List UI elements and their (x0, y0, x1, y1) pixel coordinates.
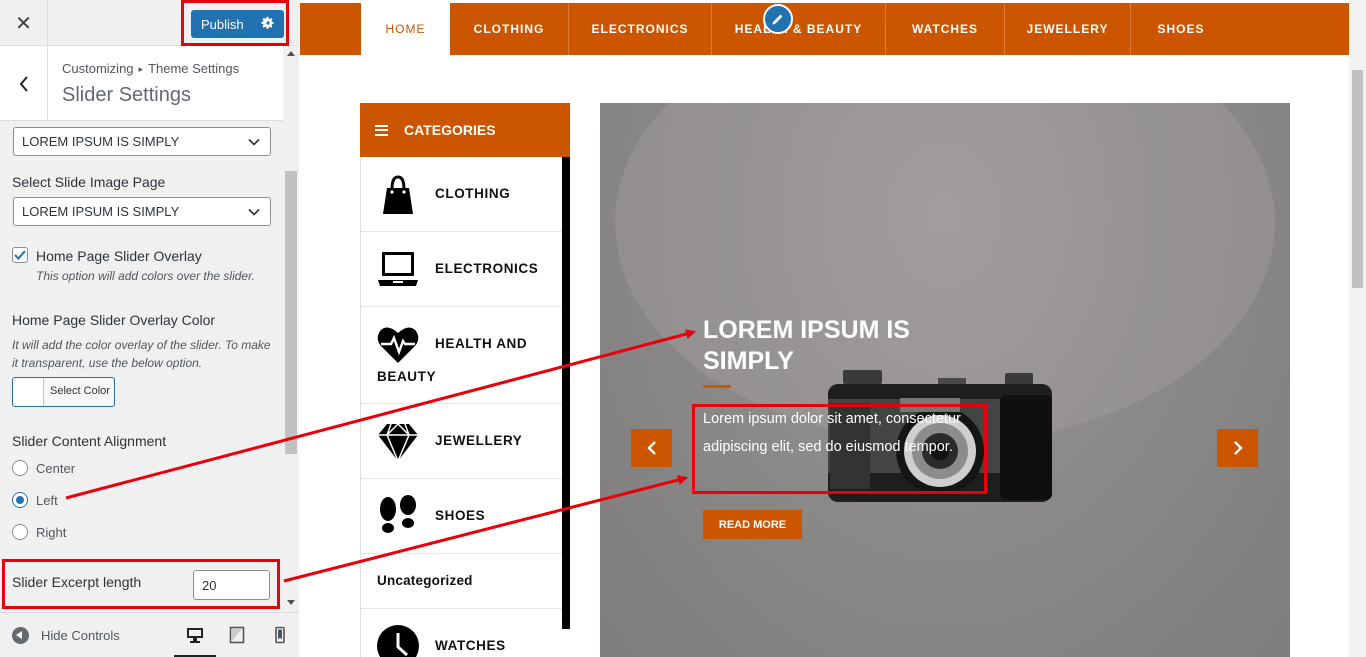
nav-item-jewellery[interactable]: JEWELLERY (1005, 3, 1131, 55)
category-label-line1: HEALTH AND (435, 336, 528, 351)
breadcrumb-parent: Theme Settings (148, 61, 240, 76)
chevron-left-icon (646, 441, 656, 455)
laptop-icon (378, 252, 418, 286)
category-label: JEWELLERY (435, 433, 523, 448)
diamond-icon (378, 422, 418, 463)
scroll-up-arrow[interactable] (287, 51, 295, 56)
tablet-icon[interactable] (228, 626, 246, 644)
preview-scroll-thumb[interactable] (1352, 70, 1363, 288)
alignment-radio-left[interactable] (12, 492, 28, 508)
categories-list: CLOTHING ELECTRONICS HEALTH AND BEAUTY J… (360, 157, 563, 657)
alignment-radio-right[interactable] (12, 524, 28, 540)
slider-prev-button[interactable] (631, 429, 672, 467)
nav-item-clothing[interactable]: CLOTHING (450, 3, 569, 55)
gear-icon[interactable] (261, 16, 275, 30)
nav-item-home[interactable]: HOME (361, 3, 450, 55)
alignment-option-left: Left (36, 493, 58, 508)
chevron-down-icon (248, 208, 260, 216)
breadcrumb-separator: ▸ (138, 64, 144, 74)
category-label: Uncategorized (377, 573, 473, 588)
nav-item-health-beauty[interactable]: HEALTH & BEAUTY (712, 3, 886, 55)
pencil-icon (772, 14, 783, 25)
customizer-header: ✕ Publish (0, 0, 299, 46)
heart-pulse-icon (377, 327, 419, 363)
site-preview: HOME CLOTHING ELECTRONICS HEALTH & BEAUT… (300, 0, 1366, 657)
preview-scrollbar[interactable] (1349, 0, 1366, 657)
category-label: WATCHES (435, 638, 506, 653)
overlay-color-description: It will add the color overlay of the sli… (12, 338, 271, 370)
customizer-footer: Hide Controls (0, 612, 299, 657)
category-label: SHOES (435, 508, 486, 523)
color-swatch (13, 378, 44, 406)
hide-controls-button[interactable]: Hide Controls (12, 627, 120, 644)
nav-item-watches[interactable]: WATCHES (886, 3, 1005, 55)
shopping-bag-icon (383, 175, 413, 214)
chevron-left-icon (19, 75, 28, 92)
sidebar-scrollbar[interactable] (283, 46, 299, 612)
slide-excerpt: Lorem ipsum dolor sit amet, consectetur … (703, 411, 961, 455)
chevron-down-icon (248, 138, 260, 146)
alignment-radio-center[interactable] (12, 460, 28, 476)
breadcrumb-root: Customizing (62, 61, 134, 76)
hide-controls-label: Hide Controls (41, 628, 120, 643)
category-label: CLOTHING (435, 186, 511, 201)
footprints-icon (380, 495, 416, 533)
category-clothing[interactable]: CLOTHING (361, 157, 563, 232)
slide-title: LOREM IPSUM IS SIMPLY (703, 316, 910, 375)
overlay-checkbox-label: Home Page Slider Overlay (36, 248, 202, 264)
customizer-sidebar: ✕ Publish Customizing ▸ Theme Settings Sli… (0, 0, 299, 657)
category-jewellery[interactable]: JEWELLERY (361, 404, 563, 479)
main-navigation: HOME CLOTHING ELECTRONICS HEALTH & BEAUT… (300, 3, 1349, 55)
slide-image-page-label: Select Slide Image Page (12, 174, 166, 190)
slide-image-page-select[interactable]: LOREM IPSUM IS SIMPLY (13, 197, 271, 226)
category-shoes[interactable]: SHOES (361, 479, 563, 554)
excerpt-length-input[interactable]: 20 (193, 570, 270, 600)
category-watches[interactable]: WATCHES (361, 609, 563, 657)
overlay-checkbox[interactable] (12, 247, 28, 263)
alignment-option-center: Center (36, 461, 76, 476)
excerpt-length-label: Slider Excerpt length (12, 574, 142, 590)
close-customizer-button[interactable]: ✕ (0, 0, 48, 46)
slide-image-page-value: LOREM IPSUM IS SIMPLY (22, 204, 180, 219)
title-underline (703, 385, 731, 388)
edit-shortcut-pencil-icon[interactable] (763, 4, 793, 34)
categories-scrollbar[interactable] (562, 157, 570, 629)
breadcrumb: Customizing ▸ Theme Settings (62, 61, 239, 76)
scroll-down-arrow[interactable] (287, 600, 295, 605)
alignment-label: Slider Content Alignment (12, 433, 167, 449)
select-color-button[interactable]: Select Color (12, 377, 115, 407)
category-label: ELECTRONICS (435, 261, 539, 276)
section-title: Slider Settings (62, 84, 191, 106)
nav-item-shoes[interactable]: SHOES (1131, 3, 1231, 55)
category-electronics[interactable]: ELECTRONICS (361, 232, 563, 307)
read-more-button[interactable]: READ MORE (703, 510, 802, 539)
menu-icon (375, 124, 388, 136)
overlay-checkbox-description: This option will add colors over the sli… (36, 269, 255, 283)
chevron-right-icon (1233, 441, 1243, 455)
category-label-line2: BEAUTY (377, 369, 437, 384)
slider-next-button[interactable] (1217, 429, 1258, 467)
slide-page-select[interactable]: LOREM IPSUM IS SIMPLY (13, 127, 271, 156)
publish-button[interactable]: Publish (191, 10, 284, 38)
collapse-icon (12, 627, 29, 644)
desktop-icon[interactable] (186, 626, 204, 644)
overlay-color-label: Home Page Slider Overlay Color (12, 312, 216, 328)
sidebar-scroll-thumb[interactable] (285, 171, 297, 454)
checkmark-icon (14, 250, 26, 260)
nav-item-electronics[interactable]: ELECTRONICS (569, 3, 712, 55)
categories-title: CATEGORIES (404, 122, 496, 138)
categories-header[interactable]: CATEGORIES (360, 103, 570, 157)
mobile-icon[interactable] (271, 626, 289, 644)
slide-page-select-value: LOREM IPSUM IS SIMPLY (22, 134, 180, 149)
category-uncategorized[interactable]: Uncategorized (361, 554, 563, 609)
category-health-beauty[interactable]: HEALTH AND BEAUTY (361, 307, 563, 404)
hero-slider: LOREM IPSUM IS SIMPLY Lorem ipsum dolor … (600, 103, 1290, 657)
clock-icon (377, 625, 419, 657)
back-button[interactable] (0, 46, 48, 121)
alignment-option-right: Right (36, 525, 67, 540)
camera-image (615, 103, 1275, 502)
publish-label: Publish (201, 16, 244, 32)
section-header: Customizing ▸ Theme Settings Slider Settin… (0, 46, 283, 121)
select-color-label: Select Color (50, 385, 110, 397)
